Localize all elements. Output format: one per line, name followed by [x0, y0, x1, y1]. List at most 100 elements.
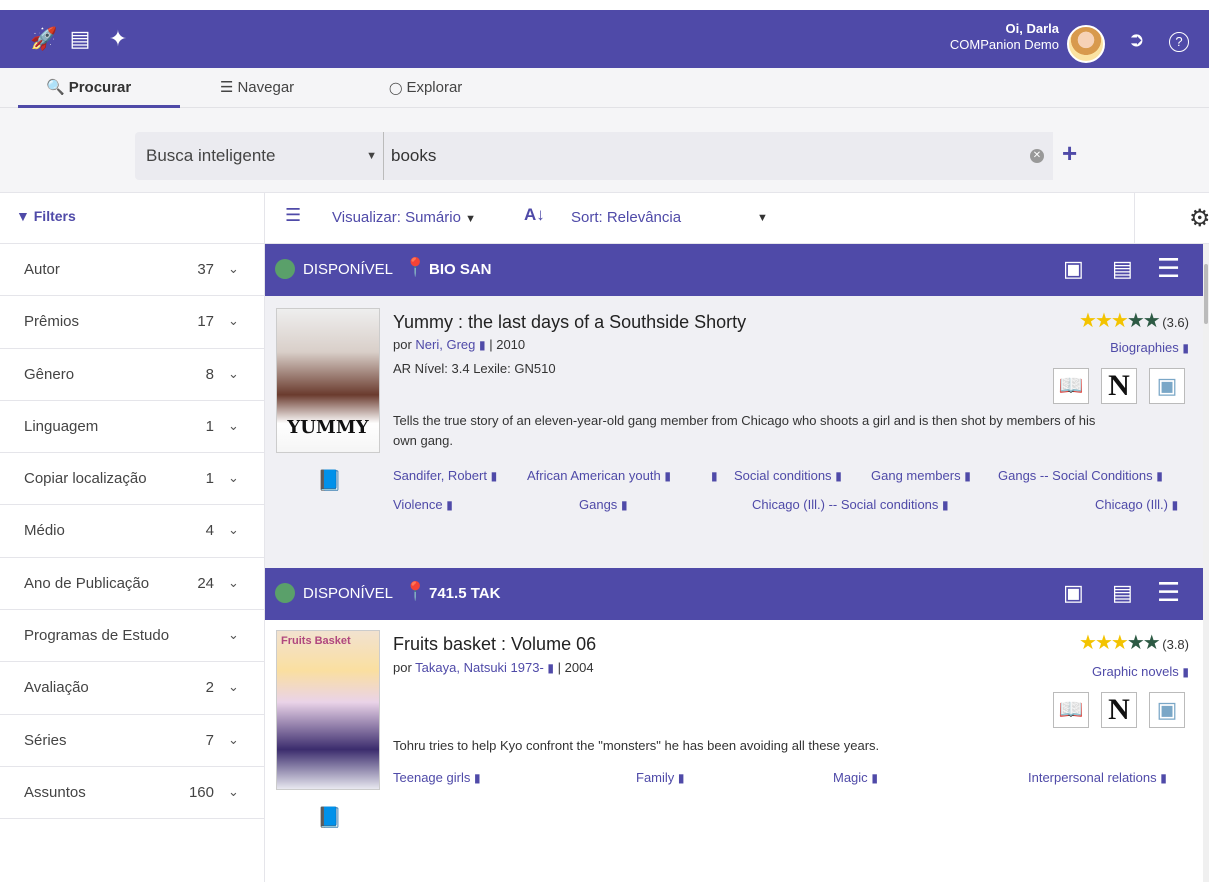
menu-icon[interactable]: ☰ — [1157, 577, 1180, 608]
book-icon[interactable]: 📘 — [317, 468, 342, 493]
signpost-icon: ☰ — [220, 79, 234, 96]
facet-count: 7 — [205, 731, 214, 749]
filters-header[interactable]: ▼ Filters — [16, 208, 76, 224]
subject-label: Family — [636, 770, 675, 785]
facet-premios[interactable]: Prêmios 17 ⌄ — [0, 296, 264, 349]
book-badge-icon[interactable]: 📖 — [1053, 692, 1089, 728]
menu-icon[interactable]: ☰ — [1157, 253, 1180, 284]
bookmark-icon[interactable]: ▮ — [479, 338, 486, 352]
facet-series[interactable]: Séries 7 ⌄ — [0, 715, 264, 767]
bookmark-icon[interactable]: ▮ — [547, 661, 554, 675]
subject-label: Social conditions — [734, 468, 832, 483]
sort-icon[interactable]: A↓ — [524, 205, 545, 225]
book-badge-icon[interactable]: 📖 — [1053, 368, 1089, 404]
book-icon[interactable]: 📘 — [317, 805, 342, 830]
subject-link[interactable]: Teenage girls ▮ — [393, 770, 481, 785]
clear-icon[interactable]: ✕ — [1030, 149, 1044, 163]
user-info[interactable]: Oi, Darla COMPanion Demo — [950, 21, 1059, 53]
results-toolbar: ▼ Filters ☰ Visualizar: Sumário ▼ A↓ Sor… — [0, 192, 1209, 245]
sort-select[interactable]: Sort: Relevância — [571, 209, 681, 226]
subject-label: Teenage girls — [393, 770, 471, 785]
add-icon[interactable]: + — [1062, 140, 1077, 166]
book-cover[interactable]: Fruits Basket — [276, 630, 380, 790]
subject-link[interactable]: African American youth ▮ — [527, 468, 671, 483]
scrollbar-thumb[interactable] — [1204, 264, 1208, 324]
sort-label: Sort: Relevância — [571, 209, 682, 226]
sneak-peek-icon[interactable]: ▣ — [1149, 692, 1185, 728]
subject-link[interactable]: ▮ — [711, 468, 718, 483]
view-label: Visualizar: Sumário — [332, 209, 461, 226]
subject-link[interactable]: Gangs -- Social Conditions ▮ — [998, 468, 1163, 483]
chevron-down-icon[interactable]: ▼ — [757, 212, 768, 224]
subject-link[interactable]: Sandifer, Robert ▮ — [393, 468, 497, 483]
list-icon[interactable]: ☰ — [285, 205, 301, 226]
tab-explorar[interactable]: ◯ Explorar — [389, 68, 462, 108]
subject-label: Sandifer, Robert — [393, 468, 487, 483]
result-title[interactable]: Fruits basket : Volume 06 — [393, 634, 596, 655]
star-rating: ★★★★★ (3.6) — [1079, 310, 1189, 332]
tab-procurar[interactable]: 🔍 Procurar — [18, 68, 180, 108]
facet-count: 4 — [205, 522, 214, 540]
view-select[interactable]: Visualizar: Sumário ▼ — [332, 209, 476, 226]
logout-icon[interactable]: ➲ — [1128, 27, 1145, 52]
tab-label: Procurar — [68, 79, 132, 96]
facet-ano-publicacao[interactable]: Ano de Publicação 24 ⌄ — [0, 558, 264, 611]
search-input[interactable] — [383, 132, 1053, 180]
book-cover[interactable]: YUMMY — [276, 308, 380, 453]
subject-link[interactable]: Magic ▮ — [833, 770, 878, 785]
filters-label: Filters — [33, 208, 76, 224]
subject-link[interactable]: Chicago (Ill.) ▮ — [1095, 497, 1178, 512]
subject-link[interactable]: Gangs ▮ — [579, 497, 628, 512]
facet-autor[interactable]: Autor 37 ⌄ — [0, 244, 264, 297]
result-title[interactable]: Yummy : the last days of a Southside Sho… — [393, 312, 746, 333]
bookmark-icon: ▮ — [664, 469, 671, 483]
bookmark-icon: ▮ — [620, 498, 628, 512]
author-link[interactable]: Neri, Greg — [415, 337, 475, 352]
book-copy-icon[interactable]: ▣ — [1063, 256, 1084, 282]
checklist-icon[interactable]: ▤ — [1112, 256, 1133, 282]
bookmark-icon: ▮ — [490, 469, 498, 483]
chevron-down-icon: ⌄ — [228, 261, 239, 276]
checklist-icon[interactable]: ▤ — [1112, 580, 1133, 606]
checklist-icon[interactable]: ▤ — [68, 27, 92, 51]
book-copy-icon[interactable]: ▣ — [1063, 580, 1084, 606]
facet-programas-estudo[interactable]: Programas de Estudo ⌄ — [0, 610, 264, 663]
rocket-icon[interactable]: 🚀 — [30, 27, 57, 51]
subject-link[interactable]: Gang members ▮ — [871, 468, 971, 483]
facet-name: Ano de Publicação — [24, 574, 150, 592]
facet-linguagem[interactable]: Linguagem 1 ⌄ — [0, 401, 264, 454]
avatar[interactable] — [1067, 25, 1105, 63]
result-header: DISPONÍVEL 📍 741.5 TAK ▣ ▤ ☰ — [265, 568, 1203, 620]
subject-link[interactable]: Social conditions ▮ — [734, 468, 842, 483]
help-icon[interactable]: ? — [1169, 32, 1189, 52]
facet-assuntos[interactable]: Assuntos 160 ⌄ — [0, 767, 264, 820]
n-badge-icon[interactable]: N — [1101, 692, 1137, 728]
pin-icon[interactable]: ✦ — [106, 27, 130, 51]
bookmark-icon: ▮ — [1156, 469, 1163, 483]
chevron-down-icon: ▼ — [366, 150, 377, 162]
top-bar: 🚀 ▤ ✦ Oi, Darla COMPanion Demo ➲ ? — [0, 10, 1209, 68]
facet-copiar-localizacao[interactable]: Copiar localização 1 ⌄ — [0, 453, 264, 506]
facet-name: Assuntos — [24, 783, 86, 801]
scrollbar[interactable] — [1203, 244, 1209, 882]
subject-link[interactable]: Chicago (Ill.) -- Social conditions ▮ — [752, 497, 949, 512]
genre-link[interactable]: Biographies ▮ — [1110, 340, 1189, 355]
facet-genero[interactable]: Gênero 8 ⌄ — [0, 349, 264, 401]
subject-link[interactable]: Violence ▮ — [393, 497, 453, 512]
tab-navegar[interactable]: ☰ Navegar — [220, 68, 294, 108]
sneak-peek-icon[interactable]: ▣ — [1149, 368, 1185, 404]
n-badge-icon[interactable]: N — [1101, 368, 1137, 404]
facet-avaliacao[interactable]: Avaliação 2 ⌄ — [0, 662, 264, 715]
search-type-select[interactable]: Busca inteligente ▼ — [135, 132, 383, 180]
author-link[interactable]: Takaya, Natsuki 1973- — [415, 660, 544, 675]
subject-link[interactable]: Interpersonal relations ▮ — [1028, 770, 1167, 785]
chevron-down-icon: ⌄ — [228, 365, 239, 381]
gear-icon[interactable]: ⚙ — [1189, 204, 1209, 233]
genre-link[interactable]: Graphic novels ▮ — [1092, 664, 1189, 679]
subject-link[interactable]: Family ▮ — [636, 770, 685, 785]
app-icons: 🚀 ▤ ✦ — [30, 27, 130, 51]
facet-name: Prêmios — [24, 313, 80, 331]
summary: Tells the true story of an eleven-year-o… — [393, 413, 1096, 448]
facet-medio[interactable]: Médio 4 ⌄ — [0, 505, 264, 558]
bookmark-icon: ▮ — [473, 771, 481, 785]
